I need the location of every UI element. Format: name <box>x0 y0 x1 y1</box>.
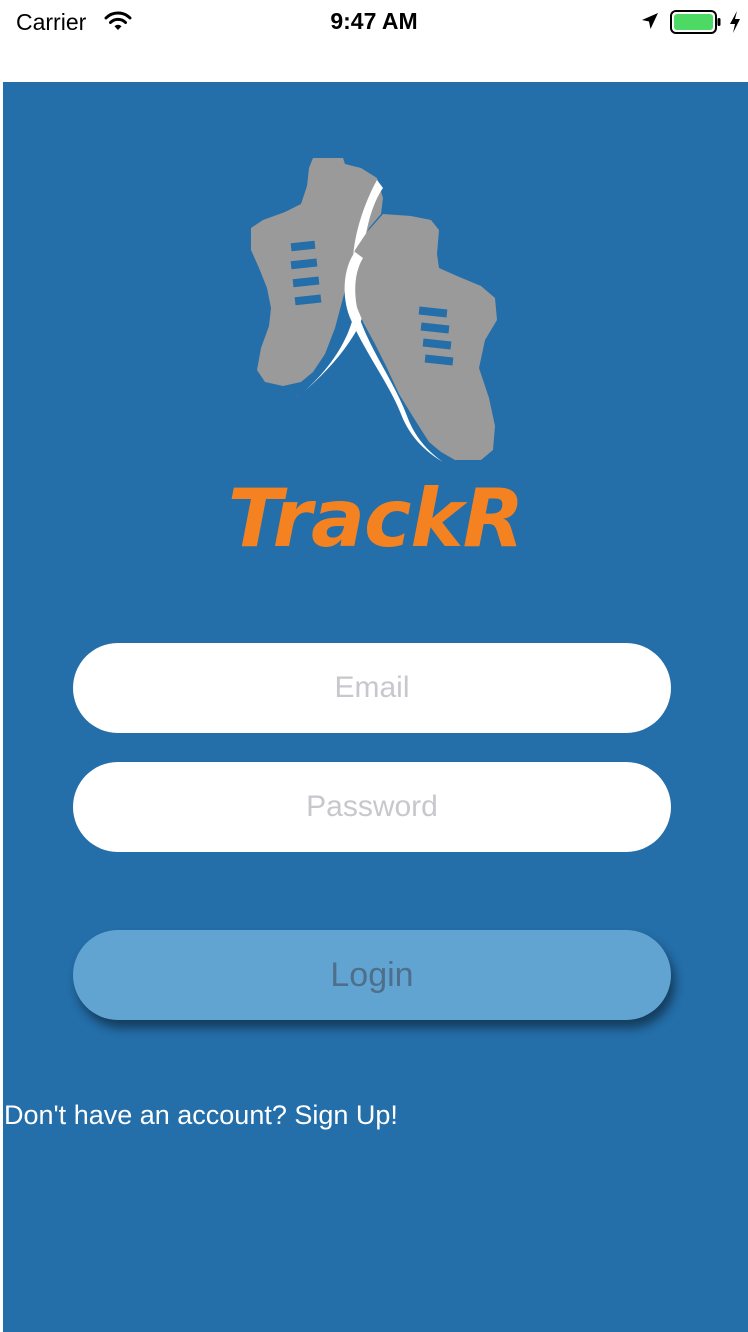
clock: 9:47 AM <box>330 8 418 34</box>
location-icon <box>642 13 658 29</box>
charging-icon <box>730 11 740 33</box>
battery-icon <box>670 10 721 34</box>
login-panel: TrackR Login Don't have an account? Sign… <box>3 82 748 1332</box>
status-bar: Carrier 9:47 AM <box>0 0 748 46</box>
signup-link[interactable]: Don't have an account? Sign Up! <box>4 1100 398 1131</box>
brand-name: TrackR <box>227 472 524 565</box>
running-shoes-icon <box>251 158 497 462</box>
email-field[interactable] <box>73 643 671 733</box>
login-button[interactable]: Login <box>73 930 671 1020</box>
login-screen: Carrier 9:47 AM TrackR Email Login Don't… <box>0 0 748 1332</box>
password-field[interactable] <box>73 762 671 852</box>
